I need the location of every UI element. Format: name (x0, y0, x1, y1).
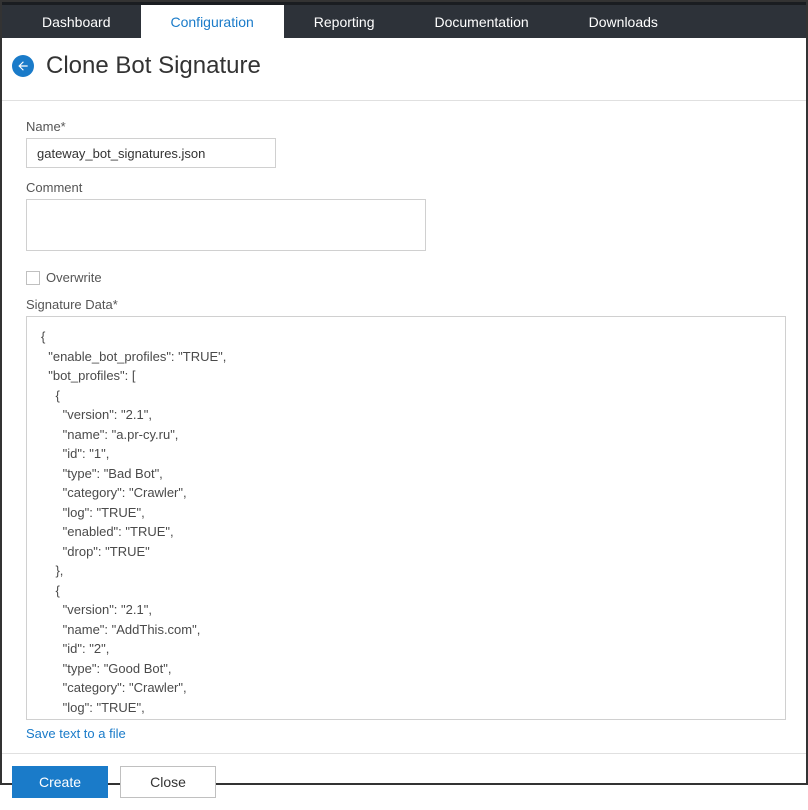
back-button[interactable] (12, 55, 34, 77)
name-label: Name* (26, 119, 782, 134)
save-text-link[interactable]: Save text to a file (26, 726, 126, 741)
create-button[interactable]: Create (12, 766, 108, 798)
nav-documentation[interactable]: Documentation (404, 5, 558, 38)
footer: Create Close (2, 753, 806, 810)
nav-downloads[interactable]: Downloads (559, 5, 688, 38)
close-button[interactable]: Close (120, 766, 216, 798)
overwrite-checkbox[interactable] (26, 271, 40, 285)
nav-reporting[interactable]: Reporting (284, 5, 405, 38)
page-title: Clone Bot Signature (46, 52, 261, 80)
top-nav: Dashboard Configuration Reporting Docume… (2, 2, 806, 38)
name-input[interactable] (26, 138, 276, 168)
nav-dashboard[interactable]: Dashboard (12, 5, 141, 38)
page-header: Clone Bot Signature (2, 38, 806, 101)
signature-data-textarea[interactable]: { "enable_bot_profiles": "TRUE", "bot_pr… (26, 316, 786, 720)
overwrite-label: Overwrite (46, 270, 102, 285)
form-body: Name* Comment Overwrite Signature Data* … (2, 101, 806, 753)
back-arrow-icon (16, 59, 30, 73)
comment-label: Comment (26, 180, 782, 195)
comment-textarea[interactable] (26, 199, 426, 251)
signature-data-label: Signature Data* (26, 297, 782, 312)
nav-configuration[interactable]: Configuration (141, 5, 284, 38)
overwrite-row: Overwrite (26, 270, 782, 285)
